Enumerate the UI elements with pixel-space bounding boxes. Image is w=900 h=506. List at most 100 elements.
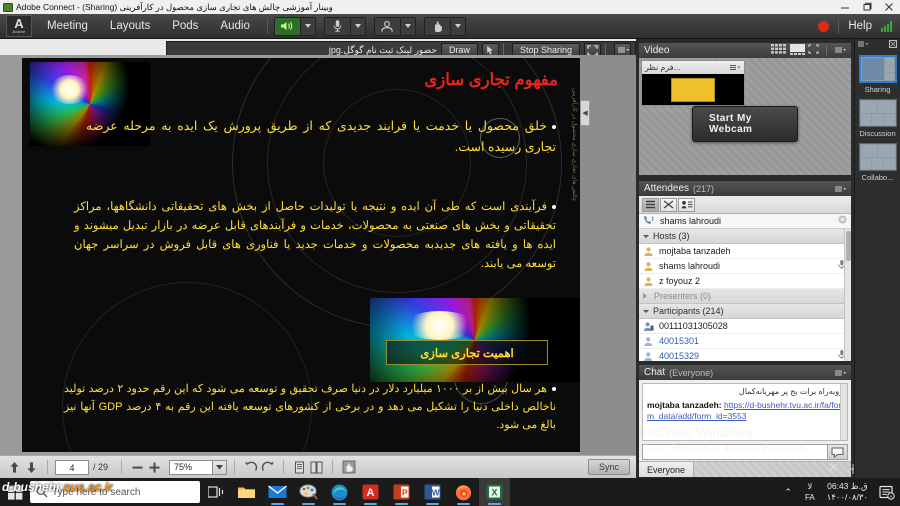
menu-item-meeting[interactable]: Meeting	[36, 16, 99, 36]
connection-status-icon[interactable]	[881, 20, 892, 32]
svg-text:X: X	[491, 487, 497, 497]
attendee-row[interactable]: shams lahroudi	[639, 259, 851, 274]
video-thumbnail[interactable]: ...فرم نظر	[641, 60, 745, 106]
video-thumbnail-menu-icon[interactable]	[730, 62, 741, 74]
zoom-select[interactable]: 75%	[169, 459, 228, 475]
attendee-name: 40015301	[659, 336, 700, 346]
chevron-down-icon	[643, 234, 649, 238]
acrobat-reader-icon[interactable]: A	[355, 478, 386, 506]
playbar-divider-3	[234, 460, 236, 474]
bullet-icon-2	[552, 204, 556, 209]
attendee-name: mojtaba tanzadeh	[659, 246, 731, 256]
mail-icon[interactable]	[262, 478, 293, 506]
notification-center-icon[interactable]: A	[874, 478, 900, 506]
webcam-icon[interactable]	[373, 16, 401, 36]
slide-canvas[interactable]: چالش های تجاری سازی محصول در کارآفرینی م…	[22, 58, 580, 452]
raise-hand-icon[interactable]	[423, 16, 451, 36]
speaker-icon[interactable]	[273, 16, 301, 36]
breakout-view-button[interactable]	[660, 197, 677, 212]
microphone-icon[interactable]	[323, 16, 351, 36]
previous-slide-icon[interactable]	[6, 459, 23, 476]
attendees-self-row[interactable]: shams lahroudi	[639, 214, 851, 229]
chat-pod-menu-icon[interactable]	[834, 369, 846, 377]
language-indicator[interactable]: لا FA	[799, 481, 821, 503]
powerpoint-icon[interactable]: P	[386, 478, 417, 506]
grid-view-icon[interactable]	[771, 43, 787, 58]
attendee-name: z foyouz 2	[659, 276, 701, 286]
taskbar-clock[interactable]: 06:43 ق.ظ ۱۴۰۰/۰۸/۳۰	[821, 481, 874, 503]
attendee-row[interactable]: mojtaba tanzadeh	[639, 244, 851, 259]
paint-icon[interactable]	[293, 478, 324, 506]
video-pod-body: ...فرم نظر Start My Webcam	[639, 58, 851, 175]
close-chat-tab-icon[interactable]: ✕	[826, 460, 840, 475]
minimize-button[interactable]	[834, 0, 856, 14]
help-link[interactable]: Help	[848, 20, 872, 32]
layout-item-collaboration[interactable]: Collabo...	[858, 143, 897, 182]
layout-rail-collapse-icon[interactable]	[889, 39, 897, 50]
firefox-icon[interactable]	[448, 478, 479, 506]
site-watermark: d-bushehr.nus.ac.ir	[2, 480, 113, 494]
chat-scrollbar[interactable]	[840, 384, 847, 440]
layout-rail-menu-icon[interactable]	[858, 41, 869, 49]
rotate-left-icon[interactable]	[242, 459, 259, 476]
chat-message-sender: mojtaba tanzadeh:	[647, 400, 722, 410]
zoom-out-icon[interactable]	[129, 459, 146, 476]
speaker-control-group	[273, 16, 324, 36]
language-bottom: FA	[804, 493, 815, 502]
hand-tool-icon[interactable]	[340, 459, 357, 476]
attendee-row[interactable]: 40015301	[639, 334, 851, 349]
next-slide-icon[interactable]	[23, 459, 40, 476]
task-view-icon[interactable]	[200, 478, 231, 506]
fit-page-icon[interactable]	[291, 459, 308, 476]
chat-tab-controls: ✕ ＋	[638, 452, 860, 478]
zoom-dropdown-icon[interactable]	[213, 459, 228, 475]
attendees-pod-menu-icon[interactable]	[834, 185, 846, 193]
attendee-row[interactable]: 00111031305028	[639, 319, 851, 334]
attendees-scrollbar-thumb[interactable]	[846, 231, 851, 261]
attendee-row[interactable]: z foyouz 2	[639, 274, 851, 289]
attendee-group-presenters[interactable]: Presenters (0)	[639, 289, 851, 304]
list-view-button[interactable]	[642, 197, 659, 212]
camera-control-group	[373, 16, 424, 36]
attendee-name: shams lahroudi	[659, 261, 721, 271]
camera-dropdown[interactable]	[400, 16, 416, 36]
raise-hand-dropdown[interactable]	[450, 16, 466, 36]
chat-message-list[interactable]: روبه‌راه برات بج پر مهربانه‌کمال mojtaba…	[642, 383, 848, 441]
sync-button[interactable]: Sync	[587, 459, 630, 475]
shared-file-name: حضور لینک ثبت نام گوگل.jpg	[328, 44, 437, 55]
attendee-group-participants[interactable]: Participants (214)	[639, 304, 851, 319]
collapse-stage-handle[interactable]: ◀	[580, 100, 590, 126]
excel-icon[interactable]: X	[479, 478, 510, 506]
attendees-scrollbar[interactable]	[844, 229, 851, 361]
tray-expand-icon[interactable]: ⌃	[777, 487, 799, 498]
attendee-group-hosts[interactable]: Hosts (3)	[639, 229, 851, 244]
speaker-dropdown[interactable]	[300, 16, 316, 36]
layout-item-sharing[interactable]: Sharing	[858, 55, 897, 94]
close-button[interactable]	[878, 0, 900, 14]
burst-flare	[49, 75, 90, 104]
start-my-webcam-button[interactable]: Start My Webcam	[692, 105, 798, 142]
attendee-row[interactable]: 40015329	[639, 349, 851, 361]
menu-item-pods[interactable]: Pods	[161, 16, 209, 36]
attendees-list[interactable]: Hosts (3) mojtaba tanzadeh shams lahroud…	[639, 229, 851, 361]
rotate-right-icon[interactable]	[259, 459, 276, 476]
microphone-dropdown[interactable]	[350, 16, 366, 36]
video-pod-menu-icon[interactable]	[834, 45, 846, 57]
file-explorer-icon[interactable]	[231, 478, 262, 506]
menu-item-audio[interactable]: Audio	[209, 16, 260, 36]
fit-width-icon[interactable]	[308, 459, 325, 476]
word-icon[interactable]: W	[417, 478, 448, 506]
edge-icon[interactable]	[324, 478, 355, 506]
menu-item-layouts[interactable]: Layouts	[99, 16, 161, 36]
speaker-view-icon[interactable]	[790, 43, 805, 58]
video-fullscreen-icon[interactable]	[808, 44, 819, 57]
playbar-divider-1	[47, 460, 48, 474]
page-number-input[interactable]: 4	[55, 459, 89, 475]
layout-item-discussion[interactable]: Discussion	[858, 99, 897, 138]
attendee-options-button[interactable]	[678, 197, 695, 212]
svg-text:A: A	[367, 487, 375, 499]
clear-self-icon[interactable]	[838, 215, 847, 227]
maximize-button[interactable]	[856, 0, 878, 14]
zoom-in-icon[interactable]	[146, 459, 163, 476]
attendee-group-presenters-label: Presenters (0)	[654, 291, 712, 301]
